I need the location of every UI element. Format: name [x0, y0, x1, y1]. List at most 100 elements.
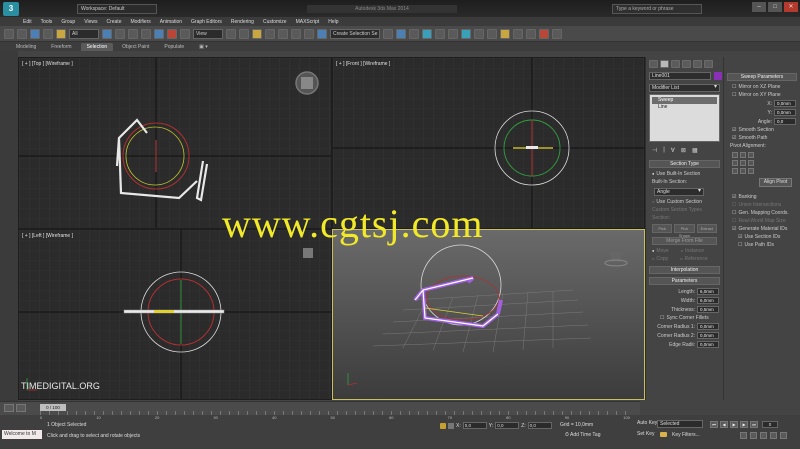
coord-x-input[interactable]: 0,0 [462, 422, 487, 429]
render-production-icon[interactable] [500, 28, 510, 39]
undo-icon[interactable] [4, 28, 14, 39]
bind-space-warp-icon[interactable] [56, 28, 66, 39]
length-input[interactable]: 6,0mm [697, 288, 719, 295]
menu-graph-editors[interactable]: Graph Editors [191, 19, 222, 25]
search-input[interactable]: Type a keyword or phrase [612, 4, 702, 14]
modify-tab-icon[interactable] [660, 60, 669, 68]
edge-radii-input[interactable]: 0,0mm [697, 341, 719, 348]
selection-filter-dropdown[interactable]: All [69, 28, 99, 39]
previous-frame-icon[interactable]: ◀ [720, 421, 728, 428]
corner-radius-2-input[interactable]: 0,0mm [697, 332, 719, 339]
instance-radio[interactable]: Instance [675, 247, 710, 255]
menu-modifiers[interactable]: Modifiers [130, 19, 150, 25]
pivot-cell[interactable] [748, 168, 754, 174]
pointer-script-icon[interactable] [552, 28, 562, 39]
select-move-icon[interactable] [154, 28, 164, 39]
menu-views[interactable]: Views [84, 19, 97, 25]
tab-populate[interactable]: Populate [158, 43, 190, 51]
coord-z-input[interactable]: 0,0 [527, 422, 552, 429]
selection-region-icon[interactable] [128, 28, 138, 39]
zoom-icon[interactable] [740, 432, 747, 439]
copy-radio[interactable]: Copy [646, 255, 674, 263]
maximize-viewport-icon[interactable] [780, 432, 787, 439]
set-key-button[interactable]: Set Key [637, 431, 655, 437]
current-frame-input[interactable]: 0 [762, 421, 778, 428]
zoom-all-icon[interactable] [750, 432, 757, 439]
rendered-frame-icon[interactable] [487, 28, 497, 39]
tab-object-paint[interactable]: Object Paint [116, 43, 155, 51]
offset-x-input[interactable]: 0,0mm [774, 100, 796, 107]
window-crossing-icon[interactable] [141, 28, 151, 39]
motion-tab-icon[interactable] [682, 60, 691, 68]
mirror-xy-checkbox[interactable]: Mirror on XY Plane [724, 91, 800, 99]
angle-input[interactable]: 0,0 [774, 118, 796, 125]
mirror-icon[interactable] [383, 28, 393, 39]
app-logo-icon[interactable]: 3 [3, 1, 19, 16]
use-custom-section-radio[interactable]: Use Custom Section [646, 198, 723, 206]
use-builtin-section-radio[interactable]: Use Built-In Section [646, 170, 723, 178]
remove-modifier-icon[interactable]: ⊠ [681, 147, 686, 154]
stack-item-line[interactable]: Line [652, 104, 717, 111]
menu-group[interactable]: Group [61, 19, 75, 25]
pivot-cell[interactable] [740, 160, 746, 166]
mirror-xz-checkbox[interactable]: Mirror on XZ Plane [724, 83, 800, 91]
absolute-mode-icon[interactable] [448, 422, 454, 429]
unlink-icon[interactable] [43, 28, 53, 39]
sr-script-icon[interactable] [539, 28, 549, 39]
configure-sets-icon[interactable]: ▦ [692, 147, 698, 154]
extract-button[interactable]: Extract [696, 224, 717, 233]
utilities-tab-icon[interactable] [704, 60, 713, 68]
stack-item-sweep[interactable]: Sweep [652, 97, 717, 104]
menu-maxscript[interactable]: MAXScript [296, 19, 320, 25]
menu-customize[interactable]: Customize [263, 19, 287, 25]
edit-named-selection-icon[interactable] [317, 28, 327, 39]
menu-help[interactable]: Help [328, 19, 338, 25]
orbit-icon[interactable] [770, 432, 777, 439]
align-pivot-button[interactable]: Align Pivot [759, 178, 792, 187]
viewport-top-label[interactable]: [ + ] [Top ] [Wireframe ] [22, 61, 73, 67]
pivot-cell[interactable] [732, 160, 738, 166]
pivot-cell[interactable] [732, 152, 738, 158]
percent-snap-icon[interactable] [291, 28, 301, 39]
sync-corner-fillets-checkbox[interactable]: Sync Corner Fillets [646, 314, 723, 322]
smooth-section-checkbox[interactable]: Smooth Section [724, 126, 800, 134]
viewport-perspective[interactable] [332, 229, 645, 400]
create-tab-icon[interactable] [649, 60, 658, 68]
banking-checkbox[interactable]: Banking [724, 193, 800, 201]
go-to-start-icon[interactable]: ⏮ [710, 421, 718, 428]
layer-manager-icon[interactable] [409, 28, 419, 39]
schematic-view-icon[interactable] [448, 28, 458, 39]
reference-radio[interactable]: Reference [674, 255, 714, 263]
select-scale-icon[interactable] [180, 28, 190, 39]
tab-freeform[interactable]: Freeform [45, 43, 77, 51]
angle-snap-icon[interactable] [278, 28, 288, 39]
time-config-icon[interactable] [16, 404, 26, 412]
pick-button[interactable]: Pick [652, 224, 673, 233]
object-color-swatch[interactable] [714, 72, 722, 80]
pivot-cell[interactable] [740, 152, 746, 158]
redo-icon[interactable] [17, 28, 27, 39]
add-time-tag[interactable]: ⏱ Add Time Tag [565, 432, 601, 438]
time-slider[interactable]: 0 / 100 [40, 404, 66, 411]
smooth-path-checkbox[interactable]: Smooth Path [724, 134, 800, 142]
move-radio[interactable]: Move [646, 247, 675, 255]
interpolation-rollout[interactable]: Interpolation [649, 266, 720, 274]
spinner-snap-icon[interactable] [304, 28, 314, 39]
pivot-cell[interactable] [748, 152, 754, 158]
minimize-icon[interactable]: – [752, 2, 766, 12]
menu-rendering[interactable]: Rendering [231, 19, 254, 25]
hierarchy-tab-icon[interactable] [671, 60, 680, 68]
union-intersections-checkbox[interactable]: Union Intersections [724, 201, 800, 209]
menu-animation[interactable]: Animation [160, 19, 182, 25]
line-spline-front[interactable] [526, 146, 538, 149]
menu-tools[interactable]: Tools [41, 19, 53, 25]
key-mode-dropdown[interactable]: Selected [657, 420, 703, 428]
coord-y-input[interactable]: 0,0 [495, 422, 520, 429]
keyboard-shortcut-icon[interactable] [252, 28, 262, 39]
maxscript-listener-input[interactable]: Welcome to M [2, 430, 42, 439]
builtin-section-dropdown[interactable]: Angle [654, 188, 704, 196]
maximize-icon[interactable]: □ [768, 2, 782, 12]
snaps-toggle-icon[interactable] [265, 28, 275, 39]
show-end-result-icon[interactable]: | [663, 147, 665, 154]
render-setup-icon[interactable] [474, 28, 484, 39]
